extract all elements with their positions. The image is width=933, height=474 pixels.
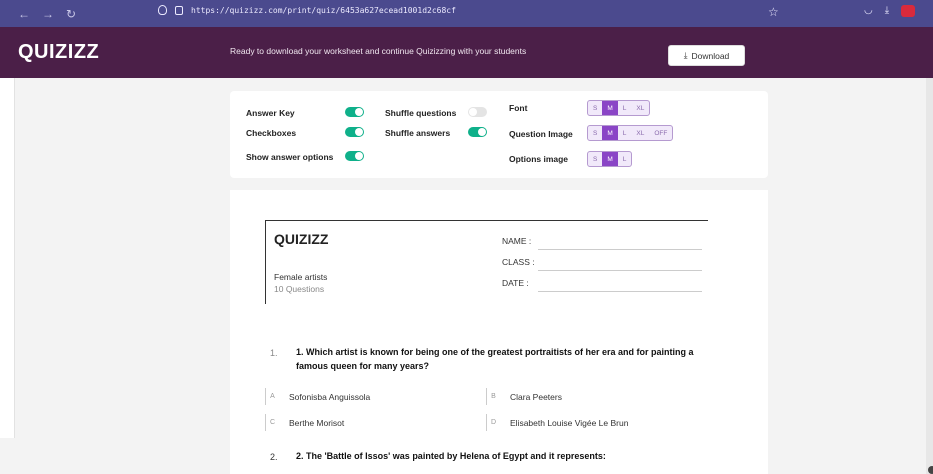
name-field-label: NAME : [502,236,532,246]
size-option-l[interactable]: L [618,126,632,140]
size-option-l[interactable]: L [618,101,632,115]
question-index: 2. [270,452,278,462]
bookmark-star-icon[interactable]: ☆ [768,5,779,19]
shield-icon [158,5,167,15]
show-answer-options-label: Show answer options [246,152,334,162]
font-size-selector[interactable]: S M L XL [587,100,651,116]
worksheet-logo: QUIZIZZ [274,231,329,247]
choice-letter: D [486,414,500,431]
choice-text: Sofonisba Anguissola [289,391,371,402]
font-label: Font [509,103,528,113]
lock-icon [175,5,183,15]
size-option-xl[interactable]: XL [631,126,649,140]
browser-toolbar: ← → ↻ https://quizizz.com/print/quiz/645… [0,0,933,27]
answer-key-label: Answer Key [246,108,295,118]
worksheet-title: Female artists [274,272,328,282]
choice-d: D Elisabeth Louise Vigée Le Brun [486,414,628,431]
question-index: 1. [270,348,278,358]
show-answer-options-toggle[interactable] [345,151,364,161]
download-label: Download [691,50,730,61]
size-option-l[interactable]: L [618,152,632,166]
print-options-panel: Answer Key Checkboxes Show answer option… [230,91,768,178]
extension-icon[interactable] [901,5,916,17]
scroll-indicator[interactable] [928,466,933,474]
question-image-size-selector[interactable]: S M L XL OFF [587,125,674,141]
pocket-icon[interactable]: ◡ [864,5,873,17]
url-text[interactable]: https://quizizz.com/print/quiz/6453a627e… [191,6,456,15]
worksheet-question-count: 10 Questions [274,284,325,294]
size-option-m[interactable]: M [602,152,618,166]
size-option-off[interactable]: OFF [649,126,672,140]
worksheet-preview: QUIZIZZ Female artists 10 Questions NAME… [230,190,768,474]
shuffle-questions-toggle[interactable] [468,107,487,117]
choice-letter: B [486,388,500,405]
date-field-line [538,291,702,292]
question-text: 1. Which artist is known for being one o… [296,347,694,371]
checkboxes-label: Checkboxes [246,128,297,138]
quizizz-logo[interactable]: QUIZIZZ [18,41,99,64]
shuffle-questions-label: Shuffle questions [385,108,457,118]
question-image-label: Question Image [509,129,573,139]
options-image-size-selector[interactable]: SML [587,151,633,167]
class-field-label: CLASS : [502,257,535,267]
shuffle-answers-label: Shuffle answers [385,128,451,138]
address-bar[interactable]: https://quizizz.com/print/quiz/6453a627e… [158,5,456,15]
choice-c: C Berthe Morisot [265,414,344,431]
choice-text: Clara Peeters [510,391,562,402]
size-option-m[interactable]: M [602,101,618,115]
worksheet-header-box: QUIZIZZ Female artists 10 Questions NAME… [265,220,708,304]
choice-letter: C [265,414,279,431]
class-field-line [538,270,702,271]
download-button[interactable]: ⤓ Download [668,45,745,66]
question-text: 2. The 'Battle of Issos' was painted by … [296,451,606,461]
reload-icon[interactable]: ↻ [66,7,76,21]
size-option-s[interactable]: S [588,152,602,166]
size-option-m[interactable]: M [602,126,618,140]
size-option-s[interactable]: S [588,101,602,115]
size-option-s[interactable]: S [588,126,602,140]
scrollbar[interactable] [926,78,933,474]
choice-text: Berthe Morisot [289,417,345,428]
shuffle-answers-toggle[interactable] [468,127,487,137]
name-field-line [538,249,702,250]
date-field-label: DATE : [502,278,529,288]
answer-key-toggle[interactable] [345,107,364,117]
choice-text: Elisabeth Louise Vigée Le Brun [510,417,629,428]
checkboxes-toggle[interactable] [345,127,364,137]
options-image-label: Options image [509,154,569,164]
forward-icon[interactable]: → [42,7,54,21]
app-header: QUIZIZZ Ready to download your worksheet… [0,27,933,78]
download-arrow-icon[interactable]: ⤓ [885,5,889,17]
left-side-panel [0,78,15,438]
download-icon: ⤓ [683,50,688,60]
choice-letter: A [265,388,279,405]
choice-b: B Clara Peeters [486,388,562,405]
size-option-xl[interactable]: XL [631,101,649,115]
back-icon[interactable]: ← [18,7,30,21]
header-message: Ready to download your worksheet and con… [230,46,527,56]
choice-a: A Sofonisba Anguissola [265,388,370,405]
